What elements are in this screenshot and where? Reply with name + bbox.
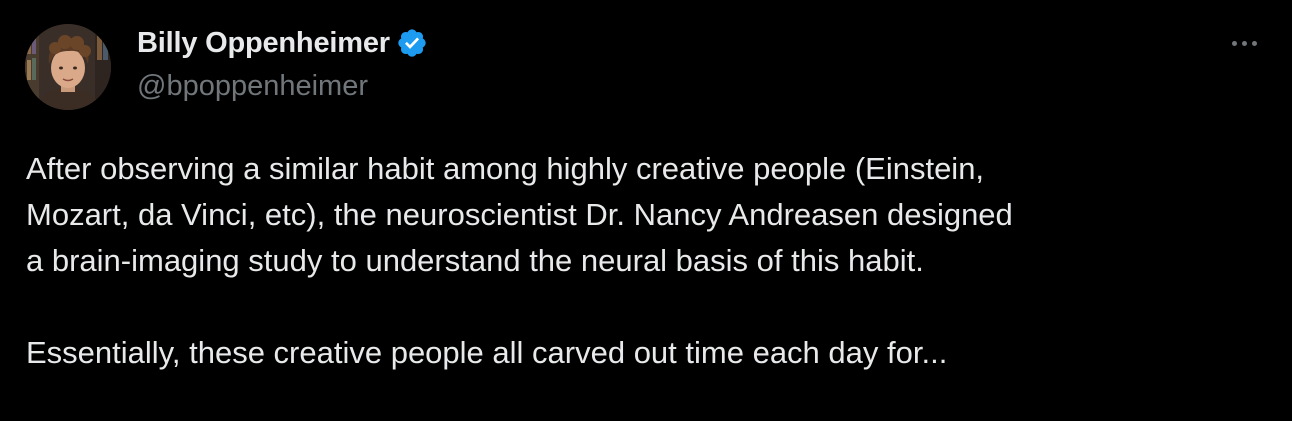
avatar[interactable] <box>25 24 111 110</box>
author-display-name[interactable]: Billy Oppenheimer <box>137 27 390 60</box>
tweet-card: Billy Oppenheimer @bpoppenheimer After o… <box>0 0 1292 421</box>
tweet-header: Billy Oppenheimer @bpoppenheimer <box>137 24 428 103</box>
tweet-paragraph: Essentially, these creative people all c… <box>26 335 948 370</box>
more-horizontal-icon <box>1231 40 1257 46</box>
verified-badge-icon[interactable] <box>396 27 428 59</box>
author-handle[interactable]: @bpoppenheimer <box>137 70 428 103</box>
tweet-text: After observing a similar habit among hi… <box>26 146 1266 376</box>
tweet-paragraph: After observing a similar habit among hi… <box>26 151 1013 278</box>
more-options-button[interactable] <box>1224 28 1264 58</box>
author-name-row: Billy Oppenheimer <box>137 24 428 62</box>
